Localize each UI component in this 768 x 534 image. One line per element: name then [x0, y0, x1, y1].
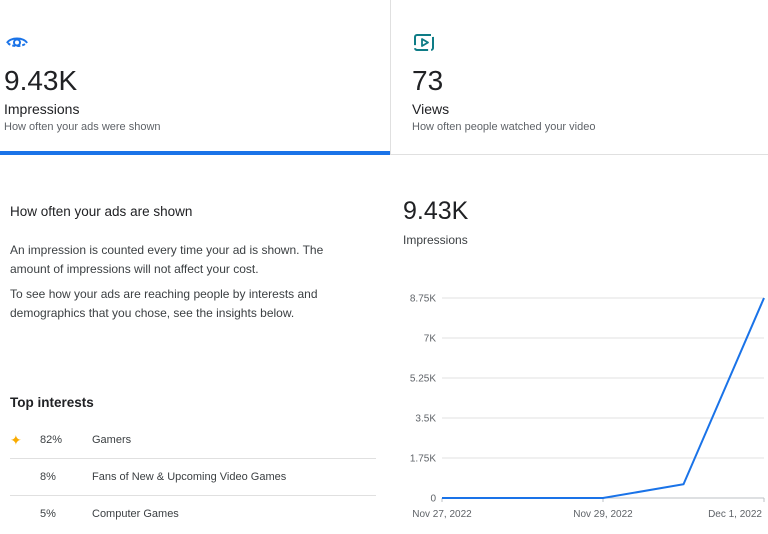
- impressions-line-chart: 0 1.75K 3.5K 5.25K 7K 8.75K Nov 27, 2022 Nov 2…: [410, 294, 765, 520]
- x-tick-label: Nov 27, 2022: [412, 509, 472, 520]
- y-tick-label: 8.75K: [410, 294, 436, 305]
- x-tick-label: Dec 1, 2022: [708, 509, 762, 520]
- y-tick-label: 5.25K: [410, 374, 436, 385]
- y-tick-label: 1.75K: [410, 454, 436, 465]
- impressions-series-line: [442, 297, 765, 499]
- x-tick-label: Nov 29, 2022: [573, 509, 633, 520]
- y-tick-label: 0: [430, 494, 436, 505]
- y-tick-label: 3.5K: [415, 414, 436, 425]
- y-tick-label: 7K: [424, 334, 437, 345]
